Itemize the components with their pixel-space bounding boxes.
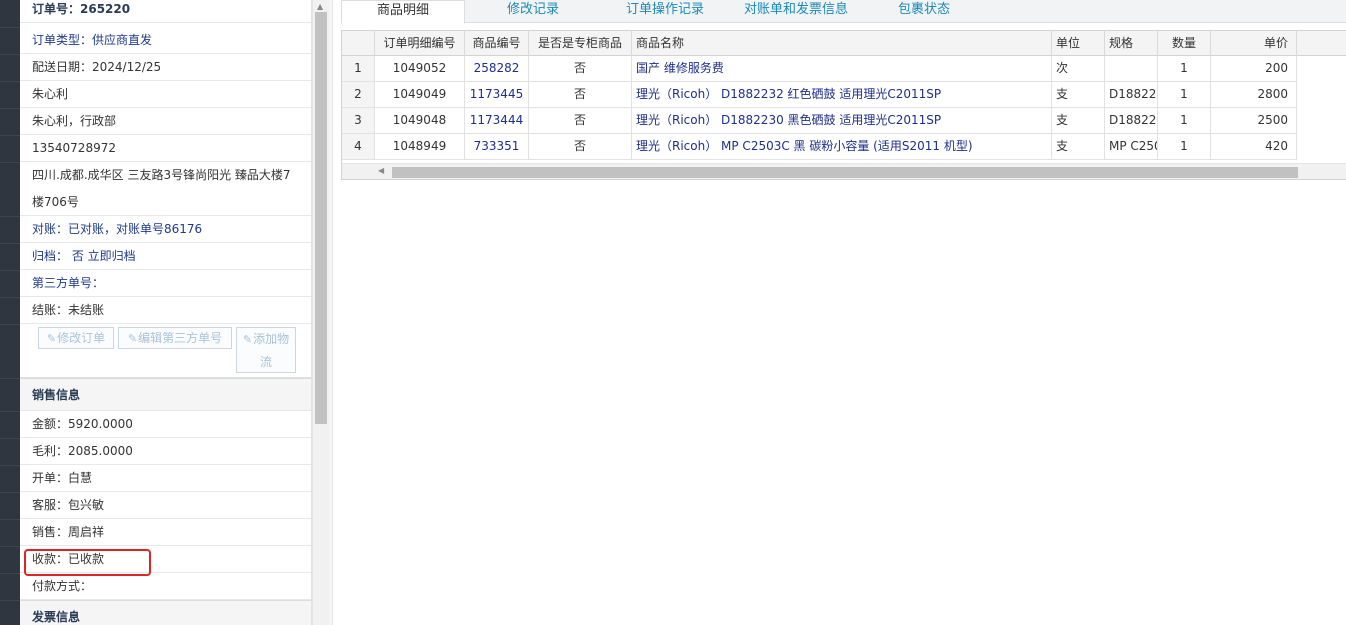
product-name-link[interactable]: 理光（Ricoh） D1882232 红色硒鼓 适用理光C2011SP [632,82,1052,108]
contact-dept: 朱心利，行政部 [20,108,311,135]
add-logistics-button[interactable]: ✎添加物流 [236,327,296,373]
header-spec[interactable]: 规格 [1105,31,1158,56]
product-detail-table: 订单明细编号 商品编号 是否是专柜商品 商品名称 单位 规格 数量 单价 1 1… [341,30,1346,180]
salesperson: 销售：周启祥 [20,519,311,546]
order-info-panel: 订单号：265220 订单类型：供应商直发 配送日期：2024/12/25 朱心… [20,0,312,625]
header-product-id[interactable]: 商品编号 [465,31,529,56]
product-id-link[interactable]: 1173445 [465,82,529,108]
sales-creator: 开单：白慧 [20,465,311,492]
sales-profit: 毛利：2085.0000 [20,438,311,465]
left-panel-scrollbar[interactable]: ▲ [312,0,329,625]
third-party-number: 第三方单号： [20,270,311,297]
archive-status[interactable]: 归档： 否 立即归档 [20,243,311,270]
order-actions: ✎修改订单 ✎编辑第三方单号 ✎添加物流 [20,324,311,378]
edit-icon: ✎ [127,332,138,345]
header-detail-id[interactable]: 订单明细编号 [375,31,465,56]
edit-order-button[interactable]: ✎修改订单 [38,327,114,349]
header-qty[interactable]: 数量 [1158,31,1211,56]
left-arrow-icon[interactable]: ◀ [378,166,384,175]
header-unit[interactable]: 单位 [1052,31,1105,56]
product-name-link[interactable]: 国产 维修服务费 [632,56,1052,82]
payment-method: 付款方式： [20,573,311,600]
left-nav-strip [0,0,20,625]
settlement-status: 结账：未结账 [20,297,311,324]
sales-info-header: 销售信息 [20,378,311,411]
product-id-link[interactable]: 1173444 [465,108,529,134]
tab-product-details[interactable]: 商品明细 [341,0,465,24]
header-product-name[interactable]: 商品名称 [632,31,1052,56]
edit-icon: ✎ [46,332,57,345]
reconcile-status[interactable]: 对账：已对账，对账单号86176 [20,216,311,243]
panel-gutter [329,0,333,625]
table-header: 订单明细编号 商品编号 是否是专柜商品 商品名称 单位 规格 数量 单价 [342,31,1346,56]
scrollbar-thumb[interactable] [392,167,1298,178]
up-arrow-icon[interactable]: ▲ [317,2,323,11]
sales-service: 客服：包兴敏 [20,492,311,519]
order-type: 订单类型：供应商直发 [20,27,311,54]
header-rownum [342,31,375,56]
tab-edit-history[interactable]: 修改记录 [475,0,591,23]
product-id-link[interactable]: 733351 [465,134,529,160]
tab-operation-log[interactable]: 订单操作记录 [603,0,727,23]
invoice-info-header: 发票信息 [20,600,311,625]
table-horizontal-scrollbar[interactable]: ◀ [342,163,1346,179]
tab-package-status[interactable]: 包裹状态 [871,0,977,23]
edit-third-party-button[interactable]: ✎编辑第三方单号 [118,327,232,349]
tab-bar: 商品明细 修改记录 订单操作记录 对账单和发票信息 包裹状态 [341,0,1346,24]
delivery-date: 配送日期：2024/12/25 [20,54,311,81]
edit-icon: ✎ [242,333,253,346]
product-id-link[interactable]: 258282 [465,56,529,82]
header-counter[interactable]: 是否是专柜商品 [529,31,632,56]
contact-name: 朱心利 [20,81,311,108]
header-price[interactable]: 单价 [1211,31,1297,56]
phone: 13540728972 [20,135,311,162]
address: 四川.成都.成华区 三友路3号锋尚阳光 臻品大楼7楼706号 [20,162,311,216]
tab-statement-invoice[interactable]: 对账单和发票信息 [731,0,861,23]
product-name-link[interactable]: 理光（Ricoh） D1882230 黑色硒鼓 适用理光C2011SP [632,108,1052,134]
sales-amount: 金额：5920.0000 [20,411,311,438]
order-number: 订单号：265220 [20,0,311,23]
scrollbar-thumb[interactable] [315,12,327,424]
product-name-link[interactable]: 理光（Ricoh） MP C2503C 黑 碳粉小容量 (适用S2011 机型) [632,134,1052,160]
payment-status-highlight [24,549,151,576]
